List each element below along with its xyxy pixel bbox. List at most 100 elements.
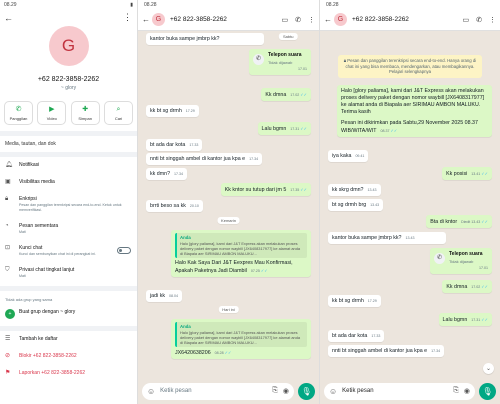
encryption-notice[interactable]: 🔒︎ Pesan dan panggilan terenkripsi secar…	[338, 55, 482, 78]
message-text: kk bt sg drmh	[332, 298, 364, 304]
message-in[interactable]: bt sg drmh brg 13.43	[328, 199, 384, 211]
message-out[interactable]: Kk dmna 17.02✓✓	[261, 88, 311, 101]
add-to-list-row[interactable]: ☰ Tambah ke daftar	[0, 331, 137, 348]
message-in[interactable]: kk skrg dmn? 13.43	[328, 184, 381, 196]
contact-avatar[interactable]: G	[48, 26, 89, 66]
read-tick-icon: ✓✓	[300, 187, 307, 192]
message-in[interactable]: bt ada dar kota 17.33	[146, 139, 203, 151]
message-list[interactable]: 🔒︎ Pesan dan panggilan terenkripsi secar…	[320, 31, 500, 378]
save-contact-button[interactable]: ✚ Simpan	[70, 101, 100, 125]
message-time: 17.35	[290, 188, 300, 192]
message-time: 07.25	[250, 269, 260, 273]
setting-media-visibility[interactable]: ▣ Visibilitas media	[0, 174, 137, 191]
camera-icon[interactable]: ◉	[283, 387, 289, 395]
attach-icon[interactable]: ⎘	[272, 387, 278, 395]
block-contact-row[interactable]: ⊘ Blokir +62 822-3858-2262	[0, 348, 137, 365]
setting-disappearing-messages[interactable]: ◔ Pesan sementara Mati	[0, 218, 137, 240]
message-out-call[interactable]: ✆ Telepon suara Tidak dijawab 17.01	[430, 248, 492, 274]
report-contact-row[interactable]: ⚑ Laporkan +62 822-3858-2262	[0, 365, 137, 382]
status-time: 08.28	[326, 2, 339, 8]
message-out[interactable]: Bta di kntor Diedit13.43✓✓	[426, 215, 492, 228]
message-out-call[interactable]: ✆ Telepon suara Tidak dijawab 17.01	[249, 49, 311, 75]
media-links-docs[interactable]: Media, tautan, dan dok	[0, 136, 137, 152]
setting-chat-lock[interactable]: ⊡ Kunci chat Kunci dan sembunyikan chat …	[0, 240, 137, 262]
message-out[interactable]: Kk posisi 13.41✓✓	[442, 167, 492, 180]
call-button-label: Panggilan	[9, 116, 28, 121]
message-in[interactable]: kk bt sg drmh 17.29	[146, 105, 199, 117]
message-input[interactable]: ☺ Ketik pesan ⎘ ◉	[142, 382, 294, 400]
back-arrow-icon[interactable]: ←	[142, 15, 152, 24]
input-placeholder[interactable]: Ketik pesan	[155, 388, 267, 394]
setting-notifications[interactable]: 🔔︎ Notifikasi	[0, 157, 137, 174]
mic-icon[interactable]: 🎙︎	[479, 382, 496, 400]
message-out-reply[interactable]: Anda Halo [glory paliama], kami dari J&T…	[171, 230, 311, 277]
more-options-icon[interactable]: ⋮	[123, 12, 132, 23]
chat-title[interactable]: +62 822-3858-2262	[165, 16, 282, 23]
quoted-message[interactable]: Anda Halo [glory paliama], kami dari J&T…	[175, 233, 307, 258]
message-text: nnti bt singgah ambel di kantor jua kpa …	[150, 156, 246, 162]
phone-icon[interactable]: ✆	[295, 16, 301, 24]
status-bar: 08.29 ▮	[0, 0, 137, 10]
video-call-icon[interactable]: ▭	[463, 16, 470, 24]
video-call-button[interactable]: ▶ Video	[37, 101, 67, 125]
call-button[interactable]: ✆ Panggilan	[4, 101, 33, 125]
emoji-icon[interactable]: ☺	[147, 387, 155, 396]
video-call-icon[interactable]: ▭	[282, 16, 289, 24]
chat-title[interactable]: +62 822-3858-2262	[347, 16, 463, 23]
message-time: 17.33	[189, 143, 199, 147]
message-time: 20.10	[189, 204, 199, 208]
message-out[interactable]: Halo [glory paliama], kami dari J&T Expr…	[337, 85, 492, 137]
message-text: Halo [glory paliama], kami dari J&T Expr…	[341, 88, 485, 115]
message-in[interactable]: iya kaka 09.41	[328, 150, 369, 162]
read-tick-icon: ✓✓	[481, 171, 488, 176]
attach-icon[interactable]: ⎘	[453, 387, 459, 395]
block-icon: ⊘	[5, 353, 11, 359]
message-in[interactable]: bt ada dar kota 17.33	[328, 330, 385, 342]
more-options-icon[interactable]: ⋮	[489, 16, 496, 24]
emoji-icon[interactable]: ☺	[329, 387, 337, 396]
message-input[interactable]: ☺ Ketik pesan ⎘ ◉	[324, 382, 475, 400]
read-tick-icon: ✓✓	[390, 128, 398, 133]
message-text: Pesan ini dikirimkan pada Sabtu,29 Novem…	[341, 120, 478, 134]
message-in[interactable]: nnti bt singgah ambel di kantor jua kpa …	[146, 153, 263, 165]
back-arrow-icon[interactable]: ←	[324, 15, 334, 24]
message-in[interactable]: kk bt sg drmh 17.29	[328, 295, 381, 307]
chat-lock-toggle[interactable]	[117, 247, 131, 254]
message-out[interactable]: Kk dmna 17.02✓✓	[442, 280, 492, 293]
message-in[interactable]: brrti beso sa kk 20.10	[146, 200, 203, 212]
phone-icon[interactable]: ✆	[476, 16, 482, 24]
setting-advanced-privacy[interactable]: ⛉ Privasi chat tingkat lanjut Mati	[0, 262, 137, 284]
chat-header: ← G +62 822-3858-2262 ▭ ✆ ⋮	[138, 9, 319, 31]
mic-icon[interactable]: 🎙︎	[298, 382, 315, 400]
encryption-notice-text: Pesan dan panggilan terenkripsi secara e…	[345, 58, 477, 74]
message-time: 17.34	[431, 349, 441, 353]
message-out[interactable]: Lalu bgmn 17.31✓✓	[257, 122, 311, 135]
quoted-message[interactable]: Anda Halo [glory paliama], kami dari J&T…	[175, 322, 307, 347]
contact-actions: ✆ Panggilan ▶ Video ✚ Simpan ⌕ Cari	[0, 101, 137, 125]
back-arrow-icon[interactable]: ←	[4, 13, 13, 23]
message-out-reply[interactable]: Anda Halo [glory paliama], kami dari J&T…	[171, 319, 311, 359]
message-out[interactable]: Lalu bgmn 17.31✓✓	[438, 313, 492, 326]
create-group-row[interactable]: + Buat grup dengan ~ glory	[0, 304, 137, 324]
more-options-icon[interactable]: ⋮	[308, 16, 315, 24]
message-in[interactable]: nnti bt singgah ambel di kantor jua kpa …	[328, 345, 445, 357]
message-in[interactable]: kantor buka sampe jmbrp kk? 13.43	[328, 232, 446, 244]
search-button[interactable]: ⌕ Cari	[103, 101, 133, 125]
message-list[interactable]: kantor buka sampe jmbrp kk? Sabtu ✆ Tele…	[138, 31, 319, 378]
scroll-to-bottom-icon[interactable]: ⌄	[483, 363, 494, 374]
input-placeholder[interactable]: Ketik pesan	[337, 388, 448, 394]
message-time: 09.41	[355, 154, 365, 158]
chat-panel-right: 08.28 ← G +62 822-3858-2262 ▭ ✆ ⋮ 🔒︎ Pes…	[319, 0, 500, 404]
chat-avatar[interactable]: G	[334, 13, 347, 26]
chat-avatar[interactable]: G	[152, 13, 165, 26]
setting-encryption[interactable]: 🔒︎ Enkripsi Pesan dan panggilan terenkri…	[0, 191, 137, 218]
message-in[interactable]: kk dmn? 17.34	[146, 168, 188, 180]
camera-icon[interactable]: ◉	[464, 387, 470, 395]
message-time: 17.02	[290, 93, 300, 97]
setting-desc: Kunci dan sembunyikan chat ini di perang…	[19, 252, 96, 256]
battery-icon: ▮	[130, 2, 133, 8]
message-in[interactable]: kantor buka sampe jmbrp kk?	[146, 33, 264, 45]
message-in[interactable]: jadi kk 08.04	[146, 290, 183, 302]
message-time: 13.43	[370, 203, 380, 207]
message-out[interactable]: Kk kntor su tutup dari jm 5 17.35✓✓	[220, 183, 311, 196]
